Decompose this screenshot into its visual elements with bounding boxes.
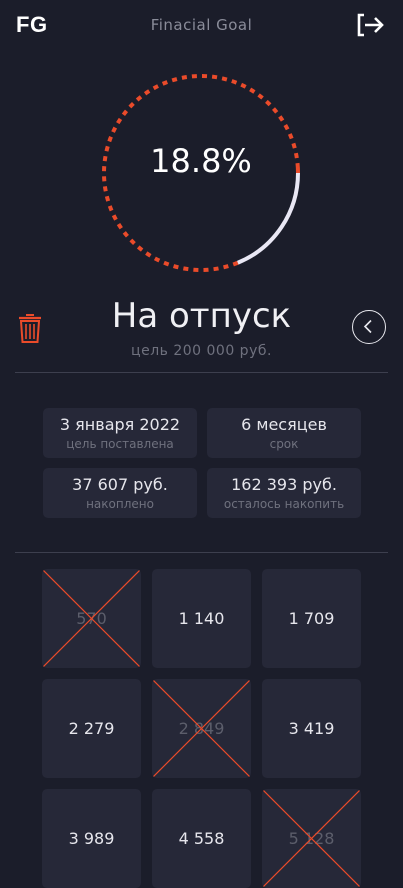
tile-amount: 2 279 (68, 719, 115, 738)
tile-amount: 4 558 (178, 829, 225, 848)
start-date-label: цель поставлена (66, 437, 174, 451)
tile-amount: 1 140 (178, 609, 225, 628)
goal-title: На отпуск (111, 296, 292, 336)
divider (15, 552, 388, 553)
progress-ring: 18.8% (101, 73, 301, 273)
start-date-value: 3 января 2022 (59, 415, 181, 434)
progress-percent: 18.8% (150, 142, 252, 180)
tile-amount: 1 709 (288, 609, 335, 628)
term-label: срок (269, 437, 299, 451)
savings-tile[interactable]: 2 279 (42, 679, 141, 778)
divider (15, 372, 388, 373)
savings-tile[interactable]: 5 128 (262, 789, 361, 888)
remaining-value: 162 393 руб. (231, 475, 337, 494)
crossed-out-mark (152, 679, 251, 778)
crossed-out-mark (262, 789, 361, 888)
app-title: Finacial Goal (150, 16, 253, 34)
app-header: FG Finacial Goal (0, 0, 403, 52)
logout-button[interactable] (356, 12, 386, 38)
saved-value: 37 607 руб. (72, 475, 168, 494)
info-card-remaining: 162 393 руб. осталось накопить (207, 468, 361, 518)
savings-tile[interactable]: 2 849 (152, 679, 251, 778)
savings-tile[interactable]: 4 558 (152, 789, 251, 888)
savings-tile[interactable]: 3 419 (262, 679, 361, 778)
crossed-out-mark (42, 569, 141, 668)
info-card-saved: 37 607 руб. накоплено (43, 468, 197, 518)
info-card-term: 6 месяцев срок (207, 408, 361, 458)
savings-tile[interactable]: 570 (42, 569, 141, 668)
chevron-left-icon (363, 319, 372, 334)
goal-target-amount: цель 200 000 руб. (131, 343, 272, 359)
tile-amount: 3 419 (288, 719, 335, 738)
savings-tile[interactable]: 3 989 (42, 789, 141, 888)
term-value: 6 месяцев (241, 415, 327, 434)
logout-icon (357, 13, 384, 37)
savings-tile[interactable]: 1 709 (262, 569, 361, 668)
info-card-start-date: 3 января 2022 цель поставлена (43, 408, 197, 458)
back-button[interactable] (352, 310, 386, 344)
tile-amount: 3 989 (68, 829, 115, 848)
remaining-label: осталось накопить (223, 497, 345, 511)
saved-label: накоплено (86, 497, 154, 511)
savings-tile[interactable]: 1 140 (152, 569, 251, 668)
